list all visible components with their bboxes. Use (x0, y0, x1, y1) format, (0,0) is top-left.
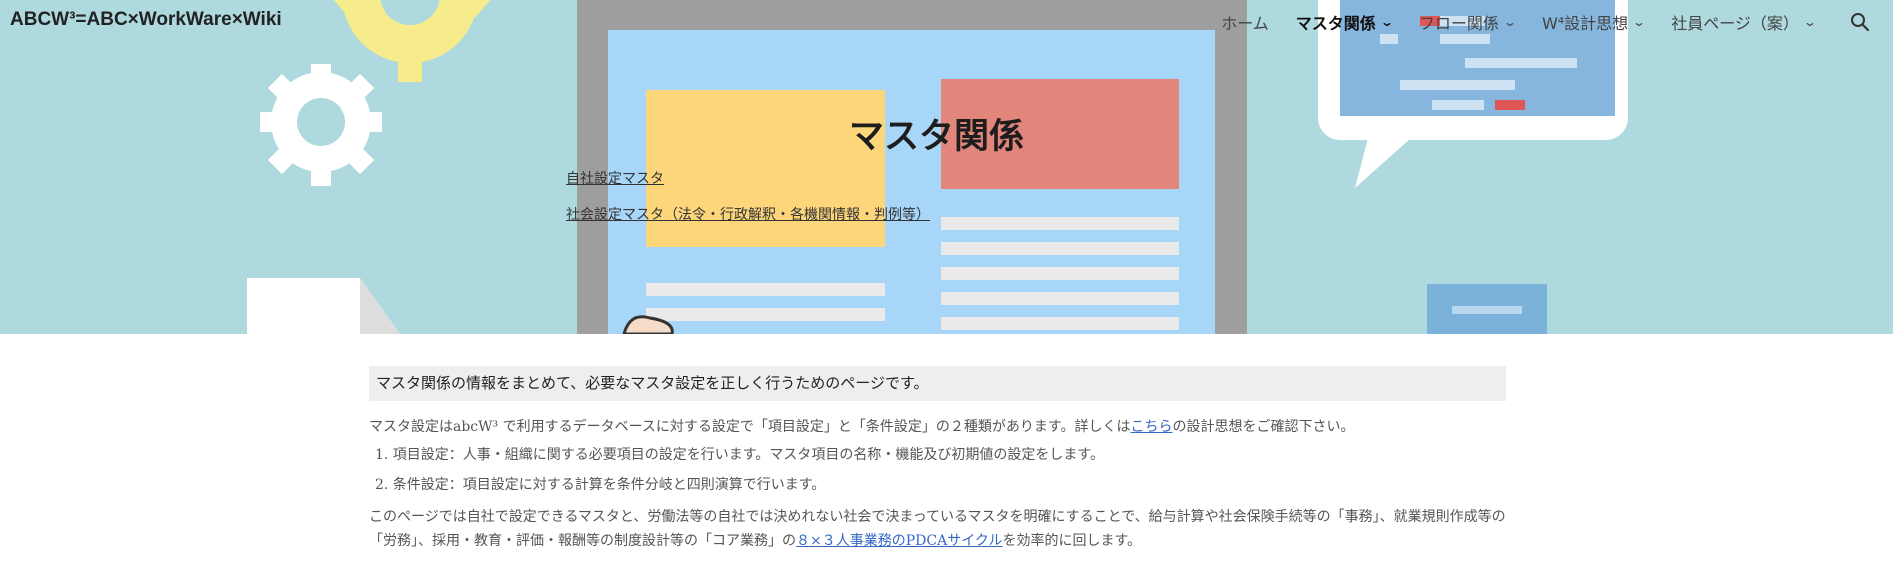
hero-banner (0, 0, 1893, 334)
nav-item-label: マスタ関係 (1295, 14, 1376, 33)
top-navigation: ホーム マスタ関係 ⌄ フロー関係 ⌄ W⁴設計思想 ⌄ 社員ページ（案） ⌄ (1221, 10, 1870, 34)
list-item: 2. 条件設定：項目設定に対する計算を条件分岐と四則演算で行います。 (375, 477, 826, 493)
nav-item-label: ホーム (1221, 14, 1269, 33)
details-link[interactable]: こちら (1131, 419, 1173, 435)
search-icon (1851, 13, 1870, 32)
nav-item-home[interactable]: ホーム (1221, 10, 1269, 34)
intro-callout: マスタ関係の情報をまとめて、必要なマスタ設定を正しく行うためのページです。 (369, 366, 1506, 401)
settings-list: 1. 項目設定：人事・組織に関する必要項目の設定を行います。マスタ項目の名称・機… (369, 440, 1506, 500)
nav-item-label: W⁴設計思想 (1541, 14, 1629, 33)
chevron-down-icon[interactable]: ⌄ (1632, 15, 1646, 29)
main-content: マスタ関係の情報をまとめて、必要なマスタ設定を正しく行うためのページです。 マス… (369, 366, 1506, 553)
pdca-cycle-link[interactable]: ８×３人事業務のPDCAサイクル (796, 533, 1003, 549)
description-paragraph: このページでは自社で設定できるマスタと、労働法等の自社では決めれない社会で決まっ… (369, 505, 1506, 553)
description-text-end: を効率的に回します。 (1002, 533, 1142, 549)
nav-item-employee-page[interactable]: 社員ページ（案） ⌄ (1671, 10, 1817, 34)
site-title[interactable]: ABCW³=ABC×WorkWare×Wiki (10, 9, 282, 31)
page-title: マスタ関係 (848, 117, 1024, 157)
nav-item-label: 社員ページ（案） (1671, 14, 1799, 33)
chevron-down-icon[interactable]: ⌄ (1803, 15, 1817, 29)
scrollbar-track[interactable] (1893, 0, 1900, 568)
intro-text-end: の設計思想をご確認下さい。 (1172, 419, 1355, 435)
sub-page-link-society-master[interactable]: 社会設定マスタ（法令・行政解釈・各機関情報・判例等） (566, 204, 930, 224)
nav-item-label: フロー関係 (1418, 14, 1499, 33)
sub-page-link-company-master[interactable]: 自社設定マスタ (566, 168, 664, 188)
intro-text: マスタ設定はabcW³ で利用するデータベースに対する設定で「項目設定」と「条件… (369, 419, 1131, 435)
nav-item-design-philosophy[interactable]: W⁴設計思想 ⌄ (1541, 10, 1646, 34)
list-item: 1. 項目設定：人事・組織に関する必要項目の設定を行います。マスタ項目の名称・機… (375, 447, 1105, 463)
hero-illustration (247, 0, 1628, 334)
intro-paragraph: マスタ設定はabcW³ で利用するデータベースに対する設定で「項目設定」と「条件… (369, 415, 1506, 439)
nav-item-flow[interactable]: フロー関係 ⌄ (1418, 10, 1517, 34)
search-button[interactable] (1850, 12, 1870, 32)
chevron-down-icon[interactable]: ⌄ (1380, 15, 1394, 29)
chevron-down-icon[interactable]: ⌄ (1503, 15, 1517, 29)
nav-item-master[interactable]: マスタ関係 ⌄ (1295, 10, 1394, 34)
